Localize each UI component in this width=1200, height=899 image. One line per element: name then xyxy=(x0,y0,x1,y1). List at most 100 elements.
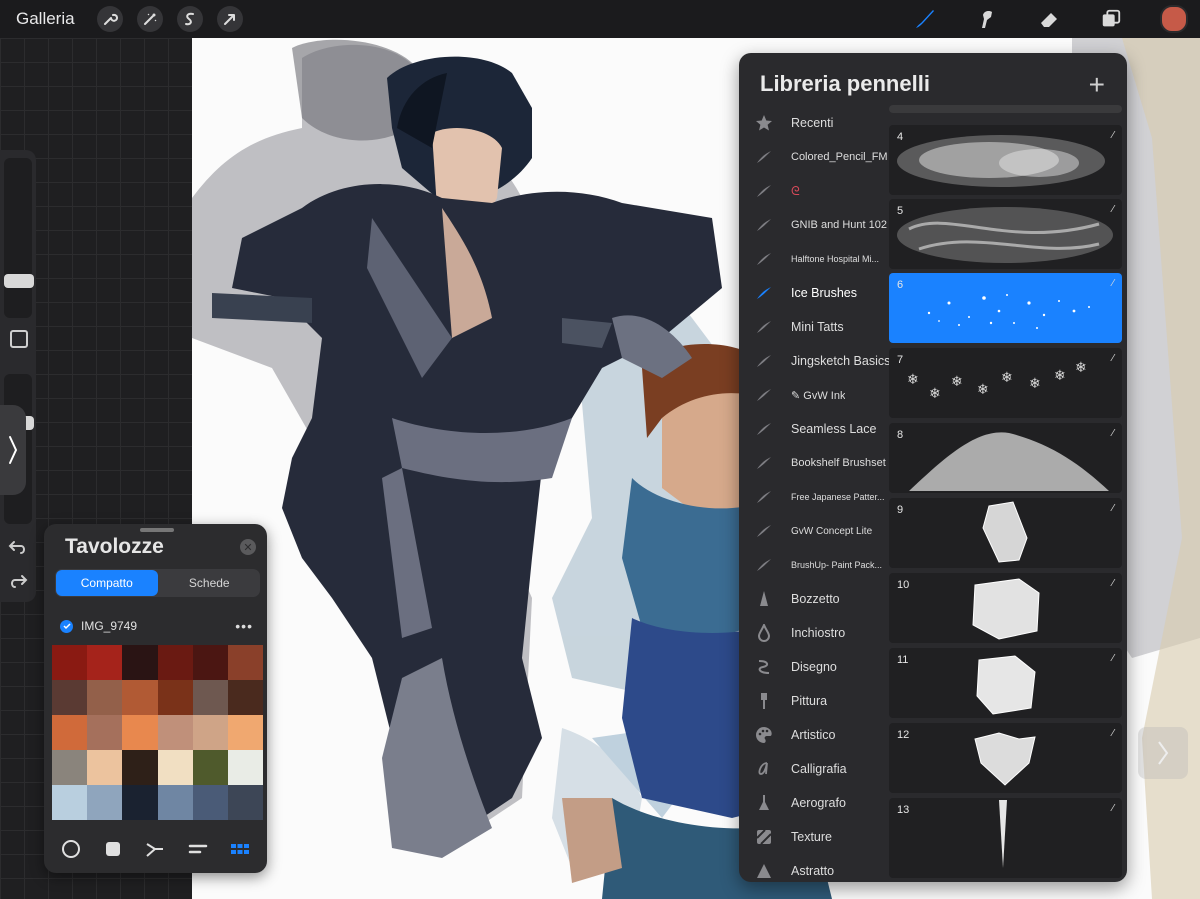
gallery-button[interactable]: Galleria xyxy=(16,9,75,29)
set-item-squiggle[interactable]: ᘓ xyxy=(739,174,889,208)
set-item-mini-tatts[interactable]: Mini Tatts xyxy=(739,310,889,344)
drag-handle[interactable] xyxy=(140,528,174,532)
close-icon[interactable]: ✕ xyxy=(240,539,256,555)
brush-item[interactable]: 13 ⁄ xyxy=(889,798,1122,878)
color-swatch[interactable] xyxy=(157,680,193,715)
palette-header[interactable]: IMG_9749 ••• xyxy=(52,612,263,640)
more-options-icon[interactable]: ••• xyxy=(235,618,253,634)
set-item-colored-pencil[interactable]: Colored_Pencil_FM xyxy=(739,140,889,174)
set-item-recenti[interactable]: Recenti xyxy=(739,106,889,140)
color-swatch[interactable] xyxy=(227,645,263,680)
set-item-gnib[interactable]: GNIB and Hunt 102 xyxy=(739,208,889,242)
classic-mode-icon[interactable] xyxy=(103,839,123,859)
set-item-halftone[interactable]: Halftone Hospital Mi... xyxy=(739,242,889,276)
palettes-mode-icon[interactable] xyxy=(230,839,250,859)
color-swatch[interactable] xyxy=(192,785,228,820)
color-swatch[interactable] xyxy=(87,715,123,750)
color-swatch[interactable] xyxy=(192,645,228,680)
color-swatch[interactable] xyxy=(157,645,193,680)
set-item-brushup[interactable]: BrushUp- Paint Pack... xyxy=(739,548,889,582)
set-item-japanese[interactable]: Free Japanese Patter... xyxy=(739,480,889,514)
sidebar-toggle-tab[interactable] xyxy=(0,405,26,495)
color-swatch[interactable] xyxy=(192,750,228,785)
eraser-icon[interactable] xyxy=(1036,6,1062,32)
chevron-right-icon xyxy=(9,436,18,464)
value-mode-icon[interactable] xyxy=(188,839,208,859)
svg-text:❄: ❄ xyxy=(1054,368,1066,384)
color-swatch[interactable] xyxy=(52,645,88,680)
set-item-bozzetto[interactable]: Bozzetto xyxy=(739,582,889,616)
brush-item-partial[interactable] xyxy=(889,105,1122,113)
color-swatch[interactable] xyxy=(122,645,158,680)
brush-item[interactable]: 12 ⁄ xyxy=(889,723,1122,793)
brush-item[interactable]: 4 ⁄ xyxy=(889,125,1122,195)
set-item-ice-brushes[interactable]: Ice Brushes xyxy=(739,276,889,310)
brush-item-selected[interactable]: 6 ⁄ xyxy=(889,273,1122,343)
tab-cards[interactable]: Schede xyxy=(159,569,261,597)
set-item-texture[interactable]: Texture xyxy=(739,820,889,854)
next-page-button[interactable] xyxy=(1138,727,1188,779)
set-item-pittura[interactable]: Pittura xyxy=(739,684,889,718)
undo-icon[interactable] xyxy=(8,538,28,556)
color-swatch[interactable] xyxy=(122,680,158,715)
transform-icon[interactable] xyxy=(216,6,243,32)
set-item-calligrafia[interactable]: Calligrafia xyxy=(739,752,889,786)
set-item-bookshelf[interactable]: Bookshelf Brushset xyxy=(739,446,889,480)
color-swatch[interactable] xyxy=(87,750,123,785)
add-brush-button[interactable]: + xyxy=(1089,69,1105,101)
color-swatch[interactable] xyxy=(122,750,158,785)
color-swatch[interactable] xyxy=(192,680,228,715)
color-swatch[interactable] xyxy=(122,785,158,820)
brush-item[interactable]: 5 ⁄ xyxy=(889,199,1122,269)
airbrush-icon xyxy=(755,794,773,812)
redo-icon[interactable] xyxy=(8,572,28,590)
selection-icon[interactable] xyxy=(176,6,203,32)
swatch-grid xyxy=(52,645,263,820)
brush-stroke-icon xyxy=(755,420,773,438)
disc-mode-icon[interactable] xyxy=(61,839,81,859)
brush-size-thumb[interactable] xyxy=(4,274,34,288)
brush-item[interactable]: 11 ⁄ xyxy=(889,648,1122,718)
color-swatch[interactable] xyxy=(87,785,123,820)
color-swatch[interactable] xyxy=(227,680,263,715)
set-item-artistico[interactable]: Artistico xyxy=(739,718,889,752)
left-sidebar xyxy=(0,150,36,602)
set-item-disegno[interactable]: Disegno xyxy=(739,650,889,684)
wrench-icon[interactable] xyxy=(96,6,123,32)
color-picker-button[interactable] xyxy=(1160,5,1188,33)
color-swatch[interactable] xyxy=(122,715,158,750)
color-swatch[interactable] xyxy=(52,750,88,785)
color-swatch[interactable] xyxy=(227,715,263,750)
modify-button[interactable] xyxy=(10,330,28,348)
set-item-inchiostro[interactable]: Inchiostro xyxy=(739,616,889,650)
set-item-aerografo[interactable]: Aerografo xyxy=(739,786,889,820)
color-swatch[interactable] xyxy=(227,750,263,785)
color-swatch[interactable] xyxy=(87,680,123,715)
color-swatch[interactable] xyxy=(157,750,193,785)
brush-item[interactable]: ❄ ❄ ❄ ❄ ❄ ❄ ❄ ❄ 7 ⁄ xyxy=(889,348,1122,418)
color-swatch[interactable] xyxy=(157,715,193,750)
brush-size-slider[interactable] xyxy=(4,158,32,318)
brush-item[interactable]: 9 ⁄ xyxy=(889,498,1122,568)
color-swatch[interactable] xyxy=(192,715,228,750)
tab-compact[interactable]: Compatto xyxy=(56,570,158,596)
color-swatch[interactable] xyxy=(227,785,263,820)
magic-wand-icon[interactable] xyxy=(136,6,163,32)
brush-stroke-icon xyxy=(755,352,773,370)
set-item-gvw-ink[interactable]: ✎ GvW Ink xyxy=(739,378,889,412)
color-swatch[interactable] xyxy=(52,715,88,750)
color-swatch[interactable] xyxy=(157,785,193,820)
set-item-gvw-concept[interactable]: GvW Concept Lite xyxy=(739,514,889,548)
brush-item[interactable]: 8 ⁄ xyxy=(889,423,1122,493)
smudge-icon[interactable] xyxy=(974,6,1000,32)
harmony-mode-icon[interactable] xyxy=(145,839,165,859)
color-swatch[interactable] xyxy=(87,645,123,680)
set-item-astratto[interactable]: Astratto xyxy=(739,854,889,882)
brush-item[interactable]: 10 ⁄ xyxy=(889,573,1122,643)
brush-icon[interactable] xyxy=(912,6,938,32)
set-item-jingsketch[interactable]: Jingsketch Basics xyxy=(739,344,889,378)
color-swatch[interactable] xyxy=(52,785,88,820)
set-item-seamless-lace[interactable]: Seamless Lace xyxy=(739,412,889,446)
layers-icon[interactable] xyxy=(1098,6,1124,32)
color-swatch[interactable] xyxy=(52,680,88,715)
